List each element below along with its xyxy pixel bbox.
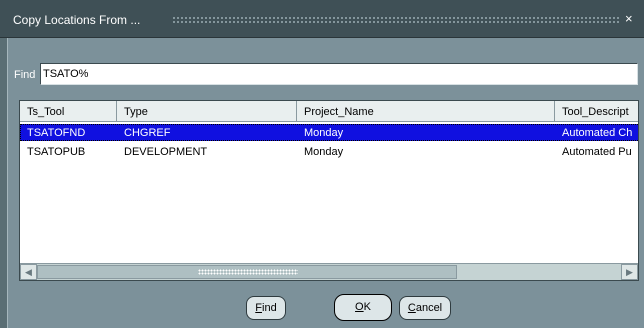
column-header-ts-tool[interactable]: Ts_Tool <box>20 101 117 122</box>
cell-tool-description: Automated Pu <box>562 146 632 158</box>
find-button[interactable]: Find <box>246 296 286 320</box>
close-icon[interactable]: × <box>625 12 633 26</box>
title-bar-grip <box>172 16 620 24</box>
scroll-left-icon[interactable]: ◀ <box>20 264 37 280</box>
cell-tool-description: Automated Ch <box>562 127 633 139</box>
find-button-mnemonic: F <box>255 302 263 314</box>
horizontal-scrollbar[interactable]: ◀ ▶ <box>20 263 638 280</box>
table-row[interactable]: TSATOFND CHGREF Monday Automated Ch <box>20 124 638 141</box>
cell-ts-tool: TSATOFND <box>27 127 86 139</box>
scroll-thumb-grip <box>198 269 298 275</box>
cell-ts-tool: TSATOPUB <box>27 146 86 158</box>
window-title: Copy Locations From ... <box>13 13 141 27</box>
ok-button-mnemonic: O <box>355 301 364 313</box>
table-row[interactable]: TSATOPUB DEVELOPMENT Monday Automated Pu <box>20 143 638 160</box>
find-button-label: ind <box>262 302 277 314</box>
column-header-tool-description[interactable]: Tool_Descript <box>555 101 638 122</box>
results-grid: Ts_Tool Type Project_Name Tool_Descript … <box>19 100 639 281</box>
column-header-type[interactable]: Type <box>117 101 297 122</box>
cell-project-name: Monday <box>304 127 344 139</box>
scroll-thumb[interactable] <box>37 265 457 279</box>
cancel-button[interactable]: Cancel <box>399 296 451 320</box>
cell-type: CHGREF <box>124 127 171 139</box>
cancel-button-mnemonic: C <box>407 302 416 314</box>
find-label: Find <box>14 69 36 81</box>
ok-button-label: K <box>363 301 371 313</box>
cell-project-name: Monday <box>304 146 344 158</box>
cell-type: DEVELOPMENT <box>124 146 208 158</box>
column-header-project-name[interactable]: Project_Name <box>297 101 555 122</box>
ok-button[interactable]: OK <box>334 294 392 321</box>
cancel-button-label: ancel <box>415 302 443 314</box>
find-input[interactable] <box>40 63 638 85</box>
scroll-right-icon[interactable]: ▶ <box>621 264 638 280</box>
grid-header: Ts_Tool Type Project_Name Tool_Descript <box>20 101 638 122</box>
title-bar[interactable]: Copy Locations From ... × <box>0 0 644 38</box>
